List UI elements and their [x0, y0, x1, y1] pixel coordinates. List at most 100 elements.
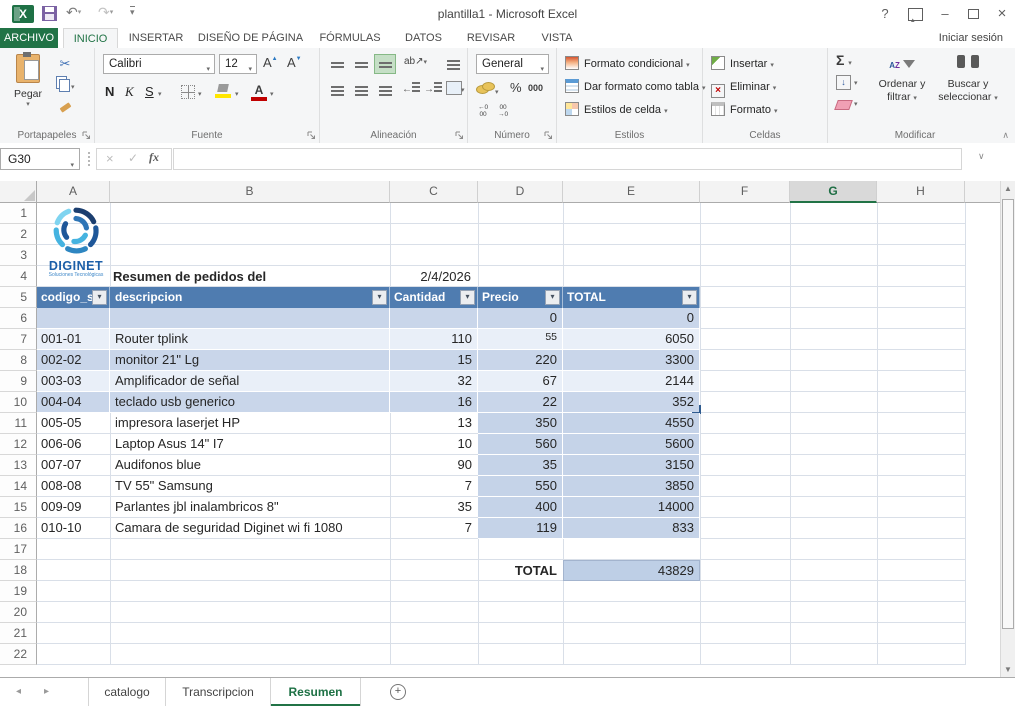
minimize-icon[interactable]: – — [932, 0, 958, 28]
column-header-c[interactable]: C — [390, 181, 478, 203]
align-bottom-icon[interactable] — [374, 54, 396, 74]
row-header[interactable]: 20 — [0, 602, 37, 623]
cell[interactable]: 7 — [390, 518, 478, 539]
grand-total-value-cell[interactable]: 43829 — [563, 560, 700, 581]
italic-button[interactable]: K — [125, 84, 134, 100]
tab-diseno-de-pagina[interactable]: DISEÑO DE PÁGINA — [194, 28, 307, 48]
cell[interactable]: 10 — [390, 434, 478, 455]
align-right-icon[interactable] — [374, 80, 396, 100]
row-header[interactable]: 13 — [0, 455, 37, 476]
align-top-icon[interactable] — [326, 54, 348, 74]
cell[interactable]: 009-09 — [37, 497, 110, 518]
new-sheet-icon[interactable]: + — [390, 684, 406, 700]
format-as-table-button[interactable]: Dar formato como tabla ▾ — [565, 76, 706, 98]
cell[interactable]: monitor 21" Lg — [110, 350, 390, 371]
increase-decimal-icon[interactable]: ←000 — [478, 104, 488, 118]
borders-dropdown-icon[interactable]: ▾ — [198, 90, 202, 98]
cell[interactable]: 4550 — [563, 413, 700, 434]
sheet-nav-left-icon[interactable]: ◂ — [16, 678, 21, 706]
insert-cells-button[interactable]: Insertar ▾ — [711, 53, 774, 75]
sheet-tab-resumen[interactable]: Resumen — [271, 678, 361, 706]
scroll-down-icon[interactable]: ▼ — [1001, 665, 1015, 674]
cell[interactable]: 67 — [478, 371, 563, 392]
font-size-select[interactable]: 12▾ — [219, 54, 257, 74]
sheet-tab-transcripcion[interactable]: Transcripcion — [166, 678, 271, 706]
tab-datos[interactable]: DATOS — [396, 28, 451, 48]
tab-inicio[interactable]: INICIO — [63, 28, 118, 48]
cell[interactable]: 13 — [390, 413, 478, 434]
cell[interactable]: 35 — [478, 455, 563, 476]
cell[interactable]: 550 — [478, 476, 563, 497]
alignment-dialog-launcher-icon[interactable] — [455, 131, 464, 140]
accounting-format-icon[interactable]: ▾ — [476, 81, 499, 99]
row-header[interactable]: 1 — [0, 203, 37, 224]
column-header-e[interactable]: E — [563, 181, 700, 203]
fill-color-dropdown-icon[interactable]: ▾ — [235, 90, 239, 98]
row-header[interactable]: 12 — [0, 434, 37, 455]
decrease-decimal-icon[interactable]: 00→0 — [498, 104, 508, 118]
increase-indent-icon[interactable]: → — [424, 82, 442, 95]
tab-formulas[interactable]: FÓRMULAS — [315, 28, 385, 48]
row-header[interactable]: 7 — [0, 329, 37, 350]
column-header-h[interactable]: H — [877, 181, 965, 203]
fill-dropdown-icon[interactable]: ▾ — [854, 79, 858, 87]
clear-dropdown-icon[interactable]: ▾ — [854, 100, 858, 108]
align-left-icon[interactable] — [326, 80, 348, 100]
report-title-cell[interactable]: Resumen de pedidos del — [113, 266, 389, 287]
cell[interactable]: 55 — [478, 329, 563, 350]
help-icon[interactable]: ? — [872, 0, 898, 28]
cell-styles-button[interactable]: Estilos de celda ▾ — [565, 99, 668, 121]
sort-filter-button[interactable]: AZ Ordenar y filtrar ▾ — [870, 52, 934, 105]
autosum-icon[interactable]: Σ ▾ — [836, 52, 852, 68]
cell[interactable] — [390, 308, 478, 329]
row-header[interactable]: 15 — [0, 497, 37, 518]
name-box[interactable]: G30▾ — [0, 148, 80, 170]
cell[interactable]: 002-02 — [37, 350, 110, 371]
filter-icon[interactable]: ▾ — [460, 290, 475, 305]
column-header-f[interactable]: F — [700, 181, 790, 203]
sheet-nav-right-icon[interactable]: ▸ — [44, 678, 49, 706]
cell[interactable]: 90 — [390, 455, 478, 476]
formula-input[interactable] — [173, 148, 962, 170]
cell[interactable]: Parlantes jbl inalambricos 8" — [110, 497, 390, 518]
shrink-font-icon[interactable]: A▼ — [287, 55, 302, 70]
row-header[interactable]: 14 — [0, 476, 37, 497]
fill-color-icon[interactable] — [215, 84, 231, 98]
row-header[interactable]: 11 — [0, 413, 37, 434]
font-dialog-launcher-icon[interactable] — [307, 131, 316, 140]
cell[interactable]: 006-06 — [37, 434, 110, 455]
filter-icon[interactable]: ▾ — [372, 290, 387, 305]
column-header-a[interactable]: A — [37, 181, 110, 203]
cell[interactable]: Router tplink — [110, 329, 390, 350]
find-select-button[interactable]: Buscar y seleccionar ▾ — [936, 52, 1000, 105]
orientation-icon[interactable]: ab↗▾ — [404, 56, 427, 67]
header-descripcion[interactable]: descripcion▾ — [110, 287, 390, 308]
header-precio[interactable]: Precio▾ — [478, 287, 563, 308]
underline-dropdown-icon[interactable]: ▾ — [158, 90, 162, 98]
cell[interactable]: 32 — [390, 371, 478, 392]
clear-icon[interactable] — [834, 100, 853, 110]
ribbon-display-icon[interactable] — [902, 0, 928, 28]
wrap-text-icon[interactable] — [442, 54, 464, 74]
format-painter-icon[interactable] — [50, 96, 80, 116]
font-name-select[interactable]: Calibri▾ — [103, 54, 215, 74]
cell[interactable]: 2144 — [563, 371, 700, 392]
cell[interactable]: 5600 — [563, 434, 700, 455]
cell[interactable]: teclado usb generico — [110, 392, 390, 413]
grow-font-icon[interactable]: A▲ — [263, 55, 278, 70]
tab-insertar[interactable]: INSERTAR — [122, 28, 190, 48]
filter-icon[interactable]: ▾ — [682, 290, 697, 305]
cell[interactable]: 0 — [478, 308, 563, 329]
insert-function-icon[interactable]: fx — [149, 150, 159, 165]
qat-customize-icon[interactable]: ▾ — [130, 6, 135, 18]
undo-icon[interactable]: ↶▾ — [66, 4, 81, 21]
row-header[interactable]: 4 — [0, 266, 37, 287]
close-icon[interactable]: × — [989, 0, 1015, 28]
cell[interactable]: 352 — [563, 392, 700, 413]
cell[interactable]: 0 — [563, 308, 700, 329]
cut-icon[interactable]: ✂ — [50, 54, 80, 74]
cell[interactable] — [37, 308, 110, 329]
cell[interactable]: 35 — [390, 497, 478, 518]
row-header[interactable]: 5 — [0, 287, 37, 308]
cell[interactable]: 3150 — [563, 455, 700, 476]
